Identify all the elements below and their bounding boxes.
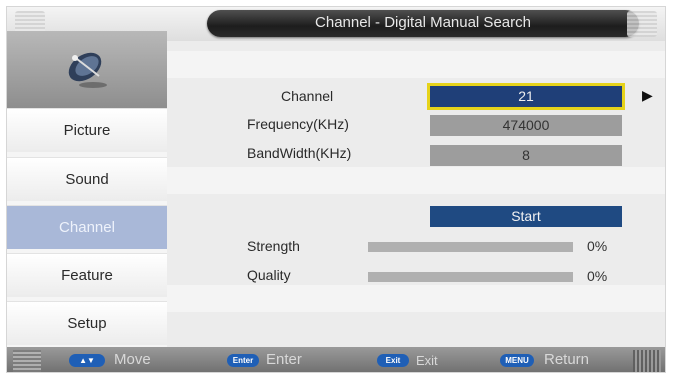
category-icon-panel bbox=[7, 31, 167, 108]
row-band bbox=[167, 167, 665, 194]
channel-label: Channel bbox=[281, 88, 334, 104]
corner-decoration-right bbox=[627, 11, 657, 37]
tv-menu-window: Channel - Digital Manual Search Picture … bbox=[6, 6, 666, 373]
sidebar-item-sound[interactable]: Sound bbox=[7, 157, 167, 201]
menu-title: Channel - Digital Manual Search bbox=[207, 10, 639, 37]
channel-field[interactable]: 21 bbox=[427, 83, 625, 110]
sidebar: Picture Sound Channel Feature Setup bbox=[7, 31, 167, 347]
quality-bar bbox=[368, 272, 573, 282]
exit-key-icon: Exit bbox=[377, 354, 409, 367]
footer-decoration-right bbox=[633, 350, 661, 372]
move-hint: Move bbox=[114, 351, 151, 368]
footer-decoration-left bbox=[13, 350, 41, 372]
strength-bar bbox=[368, 242, 573, 252]
sidebar-item-setup[interactable]: Setup bbox=[7, 301, 167, 345]
return-hint: Return bbox=[544, 351, 590, 368]
row-band bbox=[167, 285, 665, 312]
enter-key-icon: Enter bbox=[227, 354, 259, 367]
sidebar-item-feature[interactable]: Feature bbox=[7, 253, 167, 297]
right-arrow-icon[interactable]: ▶ bbox=[642, 87, 653, 104]
strength-label: Strength bbox=[247, 238, 300, 254]
settings-panel: Channel 21 ▶ Frequency(KHz) 474000 BandW… bbox=[167, 41, 665, 347]
strength-value: 0% bbox=[587, 238, 608, 254]
bandwidth-label: BandWidth(KHz) bbox=[247, 145, 352, 161]
sidebar-item-picture[interactable]: Picture bbox=[7, 108, 167, 152]
move-key-icon: ▲▼ bbox=[69, 354, 105, 367]
sidebar-item-channel[interactable]: Channel bbox=[7, 205, 167, 249]
frequency-label: Frequency(KHz) bbox=[247, 116, 349, 132]
start-button[interactable]: Start bbox=[430, 206, 622, 227]
exit-hint: Exit bbox=[416, 353, 438, 368]
row-band bbox=[167, 51, 665, 78]
frequency-field[interactable]: 474000 bbox=[430, 115, 622, 136]
satellite-dish-icon bbox=[68, 52, 107, 88]
menu-key-icon: MENU bbox=[500, 354, 534, 367]
quality-label: Quality bbox=[247, 267, 291, 283]
enter-hint: Enter bbox=[266, 351, 302, 368]
bandwidth-field[interactable]: 8 bbox=[430, 145, 622, 166]
quality-value: 0% bbox=[587, 268, 608, 284]
footer-hint-bar: ▲▼ Move Enter Enter Exit Exit MENU Retur… bbox=[7, 347, 665, 372]
